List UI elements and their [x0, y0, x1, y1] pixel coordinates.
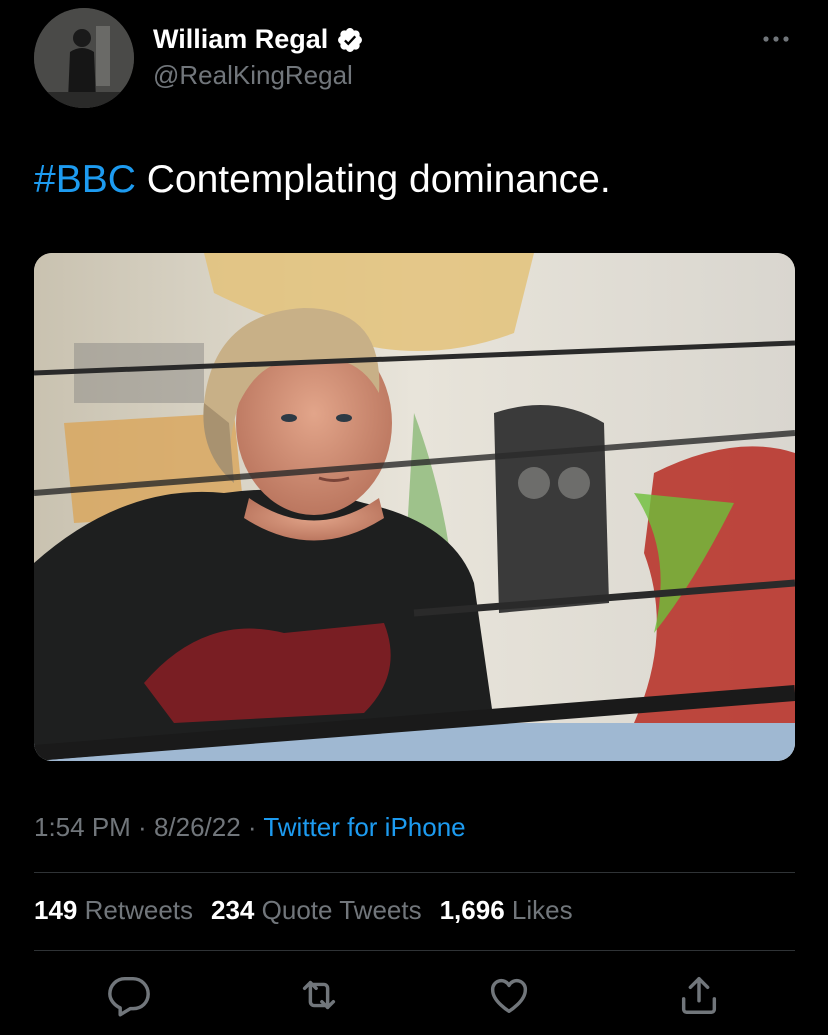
tweet-body: Contemplating dominance.	[135, 158, 611, 201]
meta-separator: ·	[130, 812, 154, 842]
meta-separator: ·	[240, 812, 264, 842]
reply-icon[interactable]	[106, 972, 152, 1018]
divider	[34, 872, 795, 873]
tweet-date[interactable]: 8/26/22	[154, 812, 241, 842]
author-handle[interactable]: @RealKingRegal	[153, 60, 353, 91]
tweet-stats: 149 Retweets 234 Quote Tweets 1,696 Like…	[34, 895, 573, 926]
tweet-source-link[interactable]: Twitter for iPhone	[263, 812, 465, 842]
share-icon[interactable]	[676, 972, 722, 1018]
verified-badge-icon	[336, 26, 364, 54]
likes-count: 1,696	[439, 895, 505, 925]
photo-image	[34, 253, 795, 761]
divider	[34, 950, 795, 951]
tweet-text: #BBC Contemplating dominance.	[34, 155, 611, 205]
avatar-image	[34, 8, 134, 108]
more-options-icon[interactable]	[758, 24, 794, 54]
tweet-action-bar	[34, 972, 795, 1022]
avatar[interactable]	[34, 8, 134, 108]
tweet-time[interactable]: 1:54 PM	[34, 812, 131, 842]
like-icon[interactable]	[486, 972, 532, 1018]
hashtag-link[interactable]: #BBC	[34, 158, 136, 201]
quote-tweets-label: Quote Tweets	[261, 895, 422, 925]
author-name-row[interactable]: William Regal	[153, 24, 364, 55]
quote-tweets-count: 234	[211, 895, 255, 925]
retweets-stat[interactable]: 149 Retweets	[34, 895, 193, 926]
retweets-label: Retweets	[84, 895, 194, 925]
retweets-count: 149	[34, 895, 78, 925]
quote-tweets-stat[interactable]: 234 Quote Tweets	[211, 895, 422, 926]
tweet-metadata: 1:54 PM · 8/26/22 · Twitter for iPhone	[34, 812, 466, 843]
tweet-media-photo[interactable]	[34, 253, 795, 761]
author-display-name[interactable]: William Regal	[153, 24, 328, 55]
retweet-icon[interactable]	[296, 972, 342, 1018]
likes-stat[interactable]: 1,696 Likes	[440, 895, 573, 926]
likes-label: Likes	[511, 895, 573, 925]
